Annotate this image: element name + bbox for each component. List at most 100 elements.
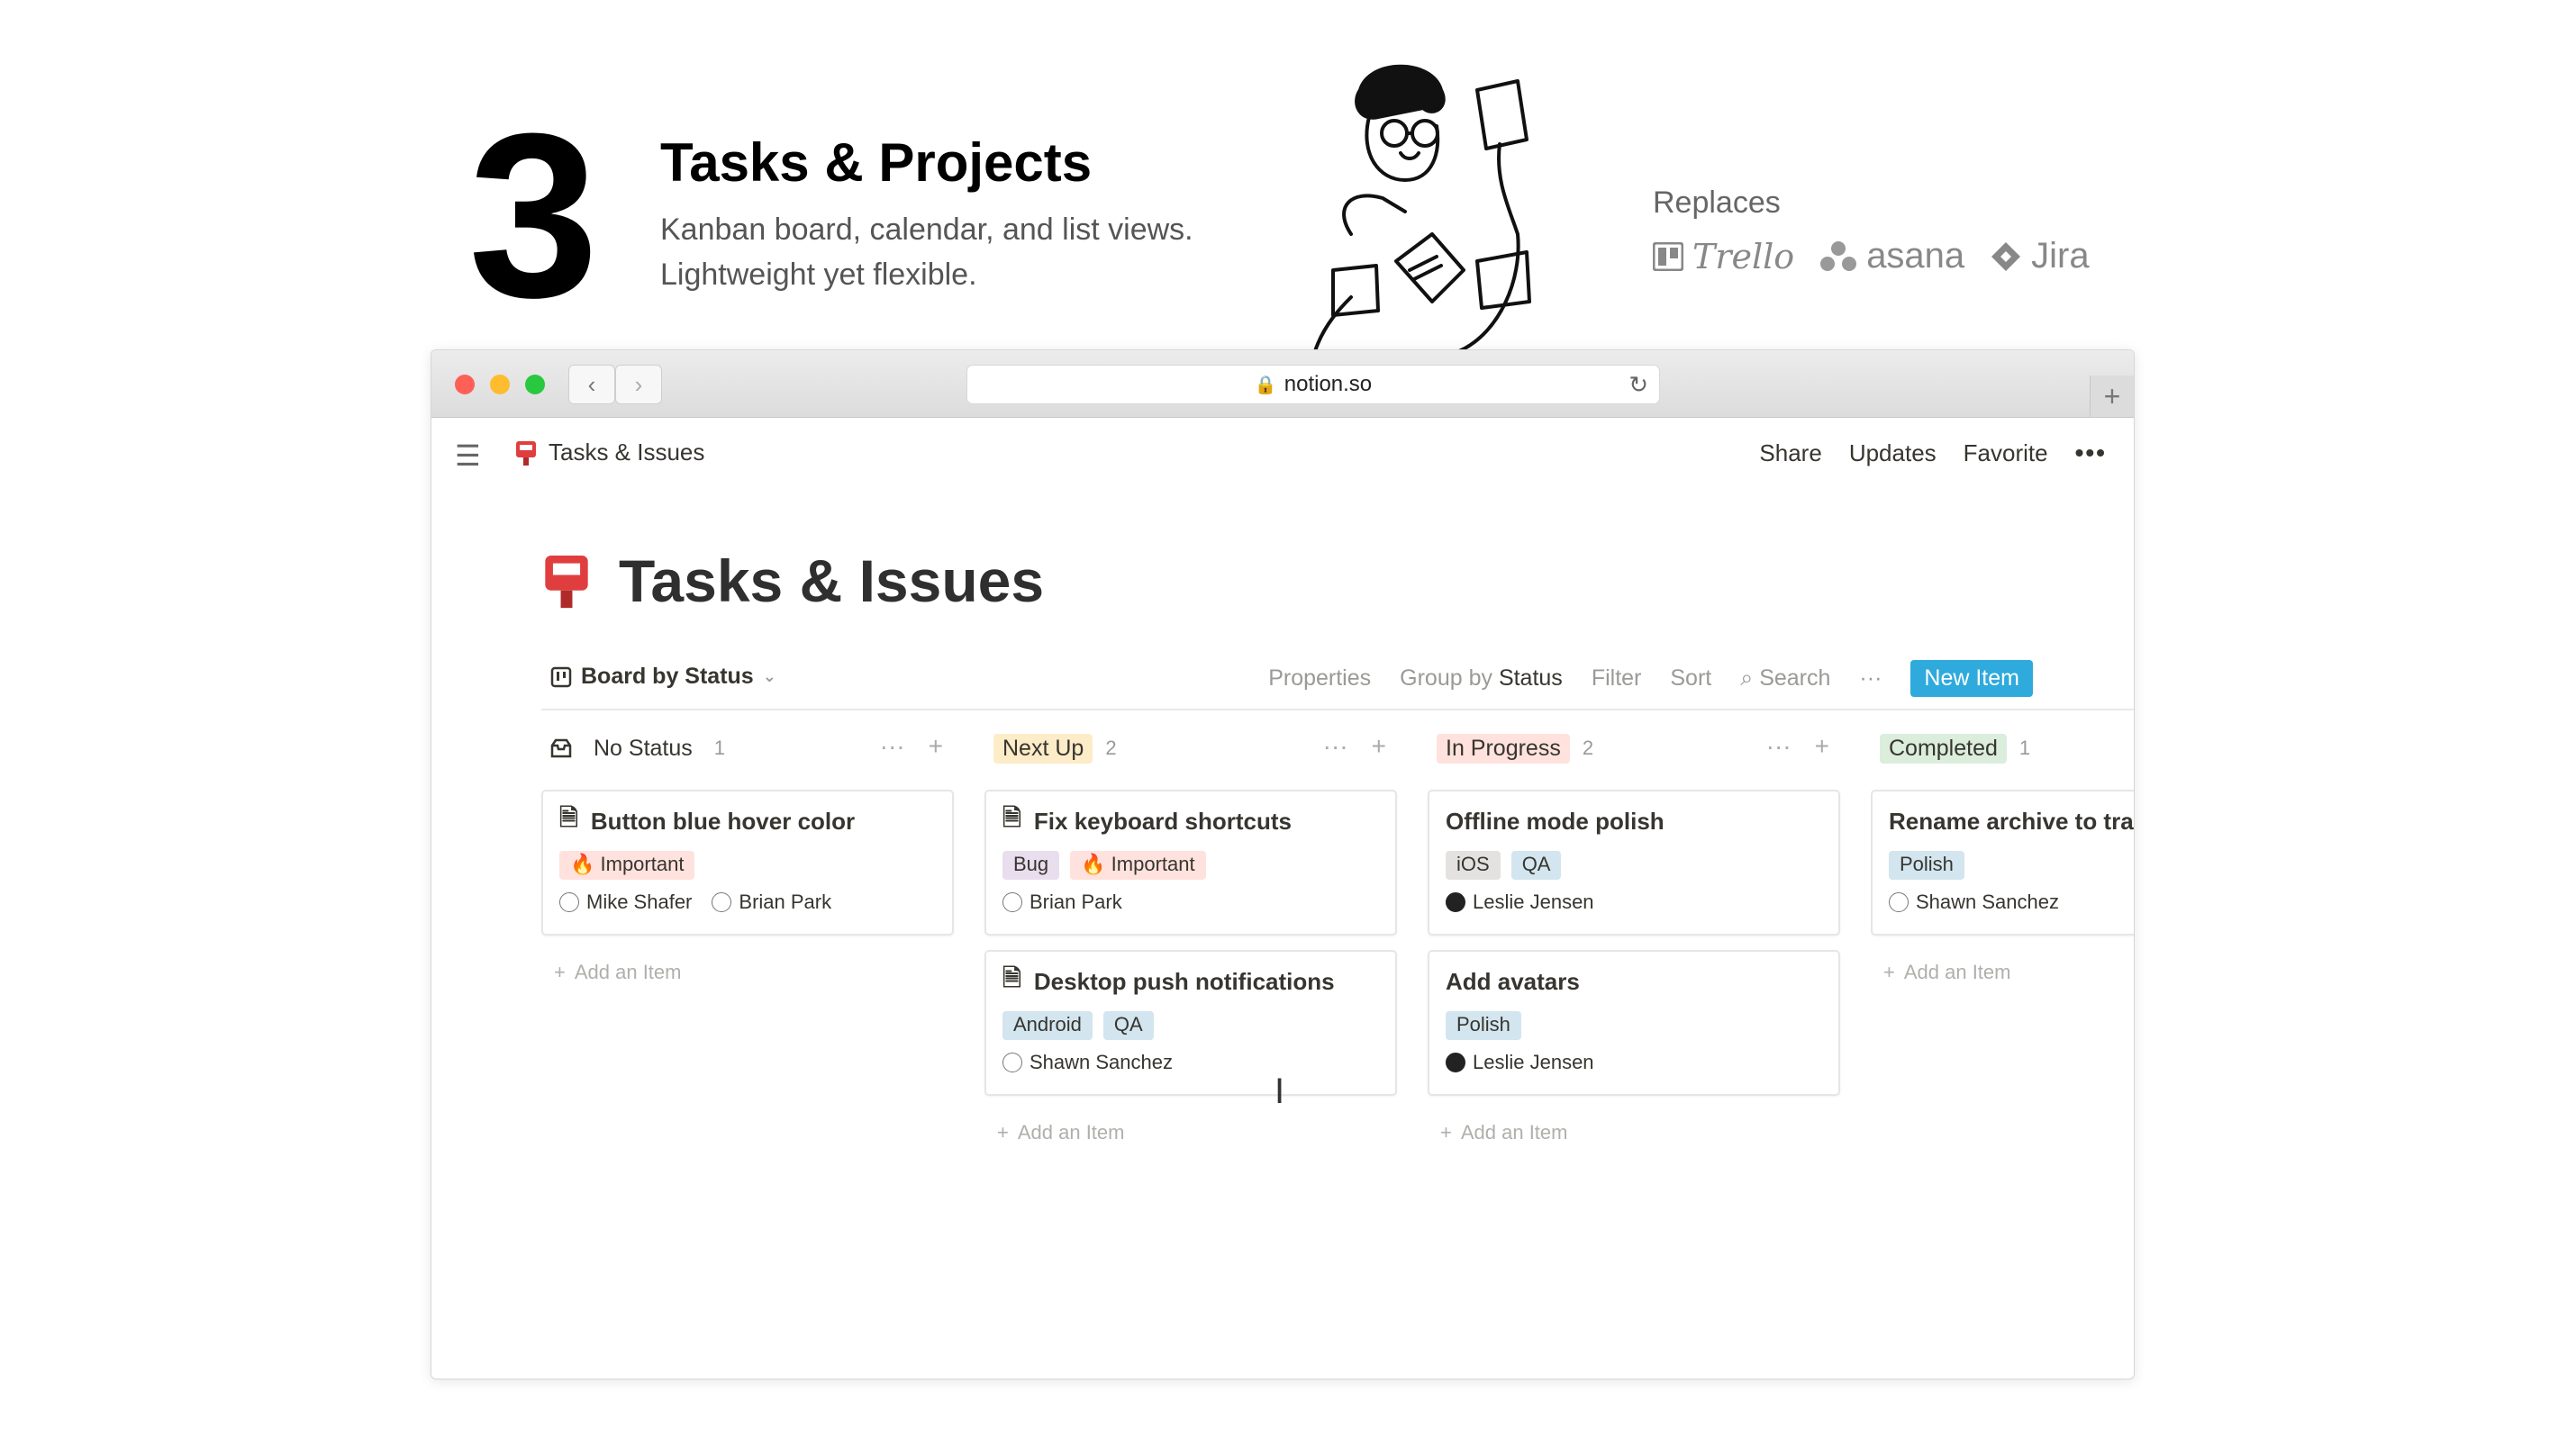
tags: iOS QA [1446,851,1822,880]
avatar [712,892,732,912]
favorite-button[interactable]: Favorite [1964,439,2048,467]
group-by-label: Group by [1400,665,1492,691]
card[interactable]: 🗎 Desktop push notifications Android QA S… [984,950,1397,1096]
card-title-text: Fix keyboard shortcuts [1033,807,1292,835]
share-button[interactable]: Share [1759,439,1821,467]
tag-bug: Bug [1002,851,1060,880]
column-add-icon[interactable]: + [1815,732,1829,761]
card[interactable]: Add avatars Polish Leslie Jensen [1428,950,1840,1096]
back-button[interactable]: ‹ [568,365,615,404]
new-item-button[interactable]: New Item [1910,660,2033,697]
url-text: notion.so [1284,372,1373,396]
add-item-button[interactable]: + Add an Item [1871,961,2134,984]
tags: Bug 🔥 Important [1002,851,1379,880]
add-item-button[interactable]: + Add an Item [541,961,956,984]
column-count: 2 [1105,737,1117,759]
tag-polish: Polish [1446,1011,1521,1040]
add-item-button[interactable]: + Add an Item [1428,1121,1842,1144]
card-title-text: Button blue hover color [590,807,856,835]
column-in-progress: In Progress 2 ··· + Offline mode polish i… [1428,728,1842,1144]
column-add-icon[interactable]: + [929,732,943,761]
view-more-icon[interactable]: ··· [1859,665,1882,692]
view-switcher[interactable]: Board by Status ⌄ [550,664,776,690]
lock-icon: 🔒 [1254,375,1277,395]
avatar [1002,1053,1022,1072]
add-item-label: Add an Item [1903,961,2011,983]
inbox-icon [550,738,572,758]
avatar [1446,1053,1465,1072]
page-title-text[interactable]: Tasks & Issues [619,547,1044,615]
card-title-text: Offline mode polish [1446,807,1665,835]
column-tools: ··· + [1323,732,1386,761]
new-tab-button[interactable]: + [2090,375,2134,417]
plus-icon: + [2103,379,2121,412]
plus-icon: + [997,1121,1009,1144]
column-more-icon[interactable]: ··· [880,732,905,761]
person-name: Mike Shafer [586,891,693,913]
card[interactable]: 🗎 Button blue hover color 🔥 Important Mik… [541,790,954,936]
minimize-window-button[interactable] [490,375,510,394]
asana-icon [1820,240,1857,271]
card[interactable]: 🗎 Fix keyboard shortcuts Bug 🔥 Important … [984,790,1397,936]
search-button[interactable]: ⌕ Search [1740,665,1830,692]
browser-window: ‹ › 🔒 notion.so ↻ + ☰ Tasks & Issues Sha… [431,349,2135,1379]
chevron-down-icon: ⌄ [762,667,776,685]
card-title: Rename archive to trash [1889,804,2134,838]
card[interactable]: Rename archive to trash Polish Shawn San… [1871,790,2134,936]
column-tools: ··· + [1766,732,1829,761]
text-cursor-icon: I [1274,1072,1285,1111]
page-icon[interactable] [541,551,592,610]
person-name: Brian Park [739,891,832,913]
reload-icon[interactable]: ↻ [1628,371,1648,399]
column-more-icon[interactable]: ··· [1323,732,1348,761]
updates-button[interactable]: Updates [1849,439,1937,467]
address-bar[interactable]: 🔒 notion.so ↻ [966,365,1660,404]
view-name: Board by Status [581,664,754,689]
replaced-brands: Trello asana Jira [1653,236,2090,276]
avatar [1002,892,1022,912]
column-label[interactable]: Next Up [993,733,1093,764]
breadcrumb-label: Tasks & Issues [549,439,705,466]
column-next-up: Next Up 2 ··· + 🗎 Fix keyboard shortcuts B… [984,728,1399,1144]
column-header: Next Up 2 ··· + [984,728,1399,768]
add-item-button[interactable]: + Add an Item [984,1121,1399,1144]
filter-button[interactable]: Filter [1592,665,1642,692]
person: Leslie Jensen [1446,891,1594,914]
avatar [559,892,579,912]
close-window-button[interactable] [455,375,475,394]
column-label[interactable]: In Progress [1437,733,1570,764]
group-by-button[interactable]: Group by Status [1400,665,1563,692]
properties-button[interactable]: Properties [1268,665,1371,692]
search-label: Search [1759,665,1831,691]
card-title-text: Rename archive to trash [1889,807,2134,835]
column-header: Completed 1 [1871,728,2134,768]
chevron-left-icon: ‹ [587,370,596,398]
forward-button[interactable]: › [615,365,662,404]
page-title: Tasks & Issues [541,547,1044,615]
feature-number: 3 [468,86,599,347]
column-more-icon[interactable]: ··· [1766,732,1792,761]
people: Brian Park [1002,891,1379,914]
person: Brian Park [712,891,831,914]
subtitle-line-2: Lightweight yet flexible. [660,258,977,292]
board-view-icon [550,666,572,687]
breadcrumb[interactable]: Tasks & Issues [514,439,704,466]
chevron-right-icon: › [634,370,643,398]
trello-wordmark: Trello [1692,236,1795,276]
column-label[interactable]: Completed [1880,733,2007,764]
card-title: 🗎 Desktop push notifications [1002,964,1379,999]
tag-important: 🔥 Important [1070,851,1206,880]
asana-logo: asana [1819,236,1964,276]
feature-title: Tasks & Projects [660,132,1093,193]
add-item-label: Add an Item [574,961,682,983]
sort-button[interactable]: Sort [1670,665,1711,692]
card[interactable]: Offline mode polish iOS QA Leslie Jensen [1428,790,1840,936]
trello-icon [1653,241,1683,271]
jira-wordmark: Jira [2031,236,2090,276]
column-add-icon[interactable]: + [1372,732,1386,761]
more-options-icon[interactable]: ••• [2075,439,2107,467]
plus-icon: + [1883,961,1895,983]
hamburger-menu-icon[interactable]: ☰ [455,439,481,473]
zoom-window-button[interactable] [525,375,545,394]
column-label[interactable]: No Status [585,734,702,764]
